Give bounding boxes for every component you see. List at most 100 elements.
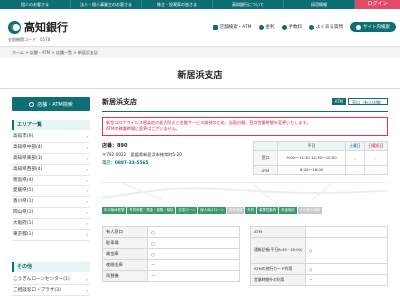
chevron-right-icon: › — [86, 288, 88, 293]
atm-facility-row: 通帳記帳(平日8:45~18:00) ○ — [250, 237, 388, 264]
facility-key: 貸金庫 — [102, 248, 148, 260]
chevron-right-icon: › — [86, 134, 88, 139]
hours-row-label: 窓口 — [253, 150, 278, 166]
header-store-search-label: 店舗検索・ATM — [219, 25, 252, 30]
other-list: こうぎんローンセンター(1) › ご相談窓口・プラザ(3) › — [12, 274, 90, 296]
facility-value: ○ — [147, 248, 240, 260]
site-search-button[interactable]: サイト内検索 — [350, 22, 396, 32]
area-item[interactable]: 大阪府(1) › — [12, 219, 90, 231]
hours-weekday: 8:45～18:00 — [276, 165, 347, 175]
service-tags: 年中無休営業 外貨両替・預金・保険・相談 住宅ローン 個人向けローン 投資信託 … — [102, 207, 388, 214]
facility-key: 夜間金庫 — [102, 259, 148, 271]
header-faq-label: よくある質問 — [316, 25, 343, 30]
hours-saturday: - — [345, 150, 365, 166]
phone-number-link[interactable]: 0897-33-5565 — [115, 161, 148, 166]
hours-row: 窓口 9:00～11:30 12:30～15:00 - - — [253, 150, 389, 166]
area-item[interactable]: 徳島県(4) › — [12, 176, 90, 187]
hours-row: ATM 8:45～18:00 - - — [253, 165, 389, 175]
site-logo[interactable]: 高知銀行 — [8, 19, 68, 35]
facility-row: 有人窓口 ○ — [102, 226, 240, 238]
store-atm-search-label: 店舗・ATM検索 — [37, 101, 73, 108]
service-tag: 投資信託 — [226, 207, 245, 214]
area-item[interactable]: 高知県西部(4) › — [12, 165, 90, 176]
site-search-label: サイト内検索 — [363, 25, 390, 30]
topnav-about[interactable]: 高知銀行について — [213, 0, 284, 9]
service-tag: その他の相談 — [297, 207, 322, 214]
atm-facility-row: ATMの他行カード利用 ○ — [250, 263, 388, 275]
area-item-label: 東京都(1) — [13, 232, 34, 238]
atm-facility-value: ○ — [305, 237, 388, 264]
area-item-label: 大阪府(1) — [13, 221, 34, 227]
atm-facility-row: 営業時間外の利用－ — [250, 274, 388, 286]
service-tag: 個人向けローン — [198, 207, 226, 214]
bank-code: 金融機関コード：0578 — [8, 37, 51, 42]
branch-type-tags: ATM 窓口（有人店舗） — [331, 98, 388, 105]
area-list: 高知市(9) › 高知県中部(4) › 高知県東部(3) › 高知県西部(4) › 徳島… — [12, 132, 90, 241]
question-icon — [309, 24, 314, 30]
branch-address: 〒792-0022 愛媛県新居浜市徳常町5-20 — [102, 152, 182, 157]
atm-facility-key: 通帳記帳(平日8:45~18:00) — [250, 237, 306, 264]
other-item[interactable]: こうぎんローンセンター(1) › — [12, 274, 90, 285]
area-item-label: 高知県東部(3) — [13, 155, 43, 161]
hours-sunday: - — [363, 150, 389, 166]
atm-facility-key: 営業時間外の利用 — [250, 274, 306, 286]
other-item-label: こうぎんローンセンター(1) — [13, 277, 70, 282]
service-tag: 年中無休営業 — [102, 207, 127, 214]
hours-weekday: 9:00～11:30 12:30～15:00 — [276, 150, 347, 166]
service-tag: 外貨両替・預金・保険・相談 — [127, 207, 176, 214]
facility-row: 貸金庫 ○ — [102, 248, 240, 260]
store-number: 店番：890 — [102, 143, 128, 149]
facility-row: 夜間金庫－ — [102, 259, 240, 271]
service-tag: 外貨 — [245, 207, 257, 214]
area-item[interactable]: 香川県(1) › — [12, 197, 90, 209]
chevron-right-icon: › — [86, 177, 88, 183]
chevron-right-icon: › — [86, 188, 88, 194]
divider — [0, 88, 400, 89]
facility-value: ○ — [147, 226, 240, 238]
header-rates-link[interactable]: 金利 — [258, 24, 275, 30]
header-rates-label: 金利 — [265, 25, 275, 30]
atm-facility-value: ○ — [305, 263, 388, 275]
area-item[interactable]: 高知市(9) › — [12, 132, 90, 143]
area-item[interactable]: 岡山県(1) › — [12, 208, 90, 220]
store-atm-search-button[interactable]: 店舗・ATM検索 — [12, 97, 90, 111]
area-item[interactable]: 東京都(1) › — [12, 230, 90, 241]
area-item[interactable]: 愛媛県(5) › — [12, 186, 90, 198]
topnav-investors[interactable]: 株主・投資家の皆さま — [142, 0, 213, 9]
service-tag: 年金相談 — [279, 207, 297, 214]
chevron-right-icon: › — [86, 199, 88, 205]
header-nav: 店舗検索・ATM 金利 手数料 よくある質問 サイト内検索 — [212, 22, 396, 32]
phone-prefix: 電話： — [102, 161, 115, 166]
branch-map[interactable] — [102, 182, 388, 200]
header-fees-link[interactable]: 手数料 — [281, 24, 302, 30]
service-tag: 事業性融資 — [257, 207, 279, 214]
search-icon — [29, 101, 35, 107]
business-hours-table: 平日 土曜日 日曜祝日 窓口 9:00～11:30 12:30～15:00 - … — [253, 141, 389, 175]
topnav-personal[interactable]: 個人のお客さま — [0, 0, 71, 9]
breadcrumb[interactable]: ホーム > 店舗・ATM > 店舗一覧 > 新居浜支店 — [0, 47, 400, 58]
header-faq-link[interactable]: よくある質問 — [309, 24, 343, 30]
facility-table: 有人窓口 ○ 駐車場 ○ 貸金庫 ○ 夜間金庫－ 両替機－ — [102, 226, 240, 282]
area-list-heading: エリア一覧 — [12, 120, 90, 130]
hours-row-label: ATM — [253, 165, 278, 175]
hours-header-weekday: 平日 — [276, 141, 347, 151]
branch-phone: 電話：0897-33-5565 — [102, 160, 148, 166]
area-item[interactable]: 高知県東部(3) › — [12, 154, 90, 165]
bank-logo-icon — [8, 20, 21, 34]
area-item[interactable]: 高知県中部(4) › — [12, 143, 90, 154]
store-icon — [212, 24, 218, 30]
top-navigation: 個人のお客さま 法人・個人事業主のお客さま 株主・投資家の皆さま 高知銀行につい… — [0, 0, 400, 9]
site-header: 高知銀行 金融機関コード：0578 店舗検索・ATM 金利 手数料 よくある質問… — [0, 9, 400, 47]
area-item-label: 徳島県(4) — [13, 177, 34, 183]
hours-header-saturday: 土曜日 — [345, 141, 365, 151]
chevron-right-icon: › — [86, 155, 88, 161]
topnav-recruit[interactable]: 採用情報 — [284, 0, 355, 9]
other-item[interactable]: ご相談窓口・プラザ(3) › — [12, 285, 90, 296]
facility-value: － — [147, 270, 240, 282]
chevron-right-icon: › — [86, 210, 88, 216]
area-item-label: 岡山県(1) — [13, 210, 34, 216]
chevron-right-icon: › — [86, 232, 88, 238]
login-button[interactable]: ログイン — [355, 0, 400, 9]
topnav-corporate[interactable]: 法人・個人事業主のお客さま — [71, 0, 142, 9]
header-store-search-link[interactable]: 店舗検索・ATM — [212, 24, 252, 30]
